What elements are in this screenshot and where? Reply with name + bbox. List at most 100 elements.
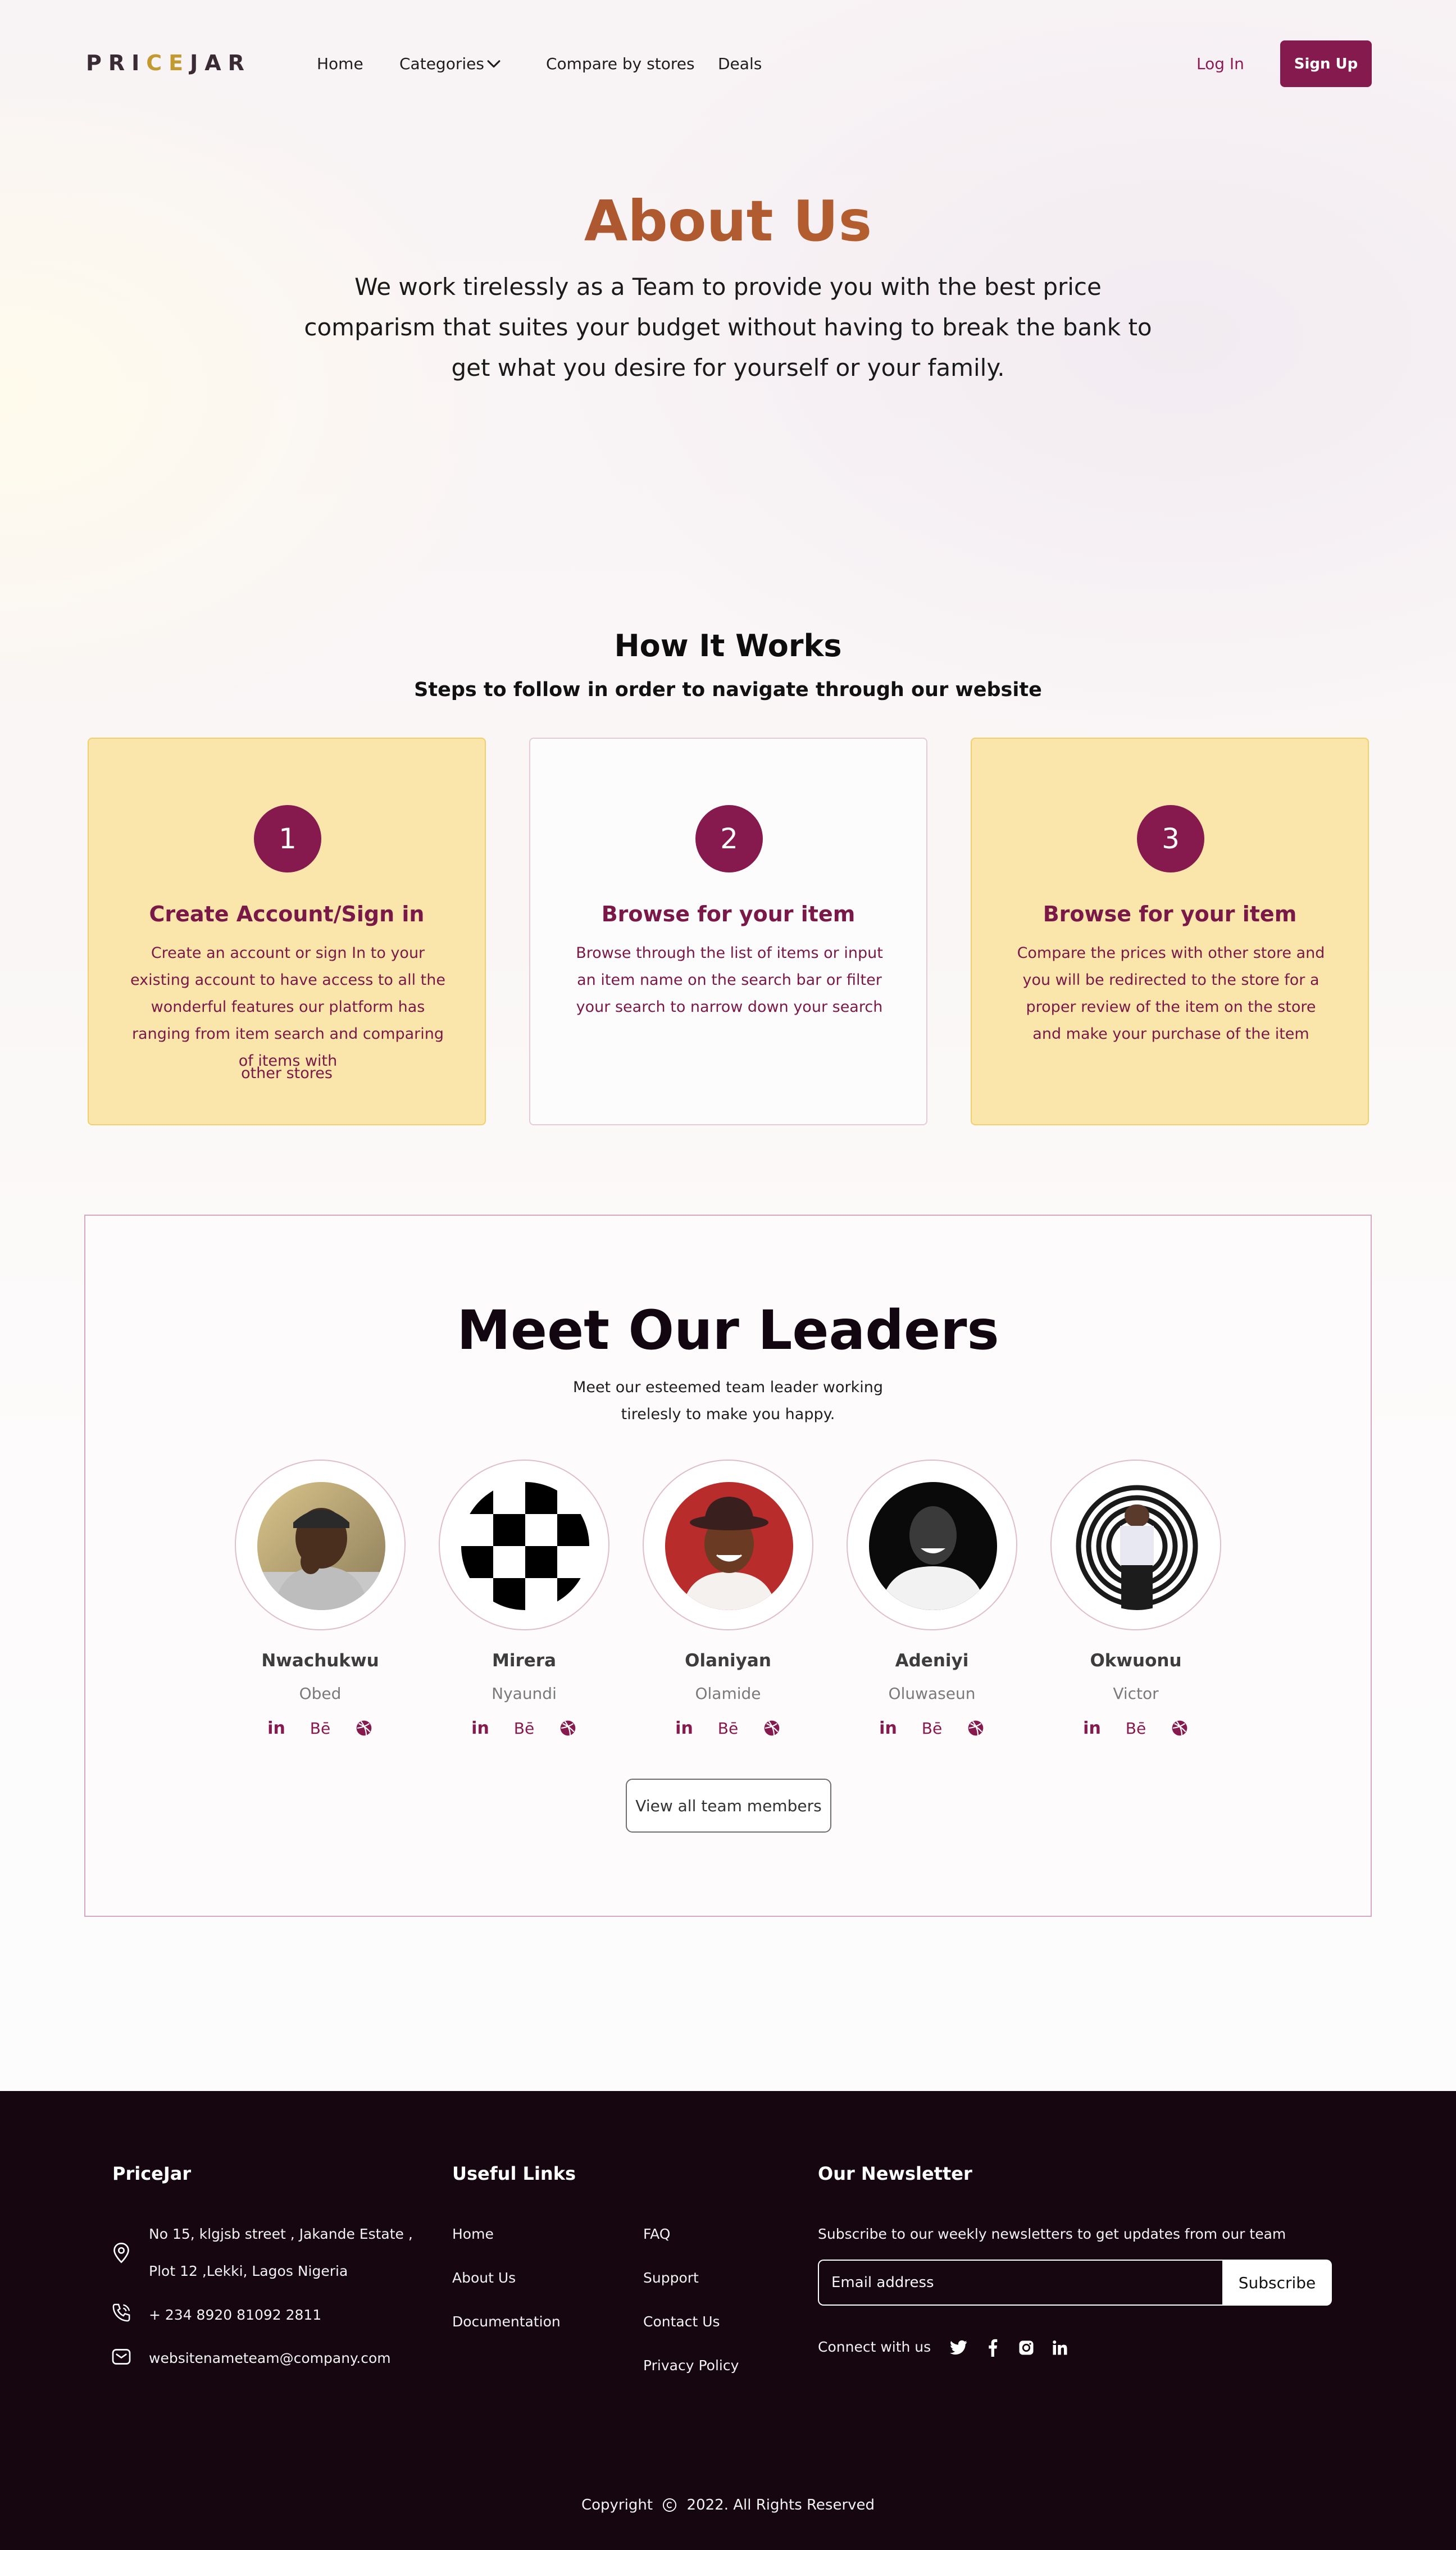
avatar[interactable] <box>461 1482 589 1610</box>
linkedin-icon[interactable]: in <box>1082 1718 1102 1738</box>
how-it-works-subtitle: Steps to follow in order to navigate thr… <box>414 679 1042 701</box>
person-photo-icon <box>1073 1482 1201 1610</box>
linkedin-icon[interactable] <box>1050 2338 1070 2357</box>
leaders-subtitle-line-2: tirelesly to make you happy. <box>621 1406 835 1423</box>
footer-phone[interactable]: + 234 8920 81092 2811 <box>149 2307 321 2323</box>
linkedin-icon[interactable]: in <box>470 1718 490 1738</box>
leader-first-name: Nwachukwu <box>261 1651 379 1671</box>
step-card-2: 2 Browse for your item Browse through th… <box>529 738 927 1125</box>
step-description: Compare the prices with other store and … <box>1017 944 1325 1043</box>
dribbble-icon[interactable] <box>558 1718 578 1738</box>
logo-part-3: JAR <box>190 51 251 75</box>
instagram-icon[interactable] <box>1017 2338 1036 2357</box>
leader-last-name: Obed <box>299 1684 342 1703</box>
navbar: PRICEJAR Home Categories Compare by stor… <box>0 0 1456 129</box>
avatar[interactable] <box>665 1482 793 1610</box>
leader-first-name: Olaniyan <box>685 1651 771 1671</box>
leaders-title: Meet Our Leaders <box>457 1299 999 1362</box>
leader-card: Okwuonu Victor in Bē <box>1050 1460 1221 1752</box>
login-link[interactable]: Log In <box>1196 54 1244 73</box>
leader-socials: in Bē <box>643 1718 813 1738</box>
step-title: Browse for your item <box>1043 902 1297 926</box>
nav-home-link[interactable]: Home <box>317 54 363 73</box>
facebook-icon[interactable] <box>983 2338 1002 2357</box>
useful-links-title: Useful Links <box>452 2163 576 2184</box>
leaders-subtitle: Meet our esteemed team leader working ti… <box>85 1374 1371 1428</box>
step-number-badge: 2 <box>695 805 763 872</box>
step-number-badge: 1 <box>254 805 321 872</box>
newsletter-email-input[interactable] <box>818 2260 1227 2306</box>
mail-icon <box>112 2349 131 2365</box>
leaders-subtitle-line-1: Meet our esteemed team leader working <box>573 1379 883 1396</box>
footer-brand: PriceJar <box>112 2163 192 2184</box>
step-title: Create Account/Sign in <box>149 902 425 926</box>
step-description: Browse through the list of items or inpu… <box>576 944 883 1016</box>
newsletter-text: Subscribe to our weekly newsletters to g… <box>818 2226 1286 2242</box>
step-card-3: 3 Browse for your item Compare the price… <box>971 738 1369 1125</box>
leader-last-name: Olamide <box>695 1684 761 1703</box>
view-all-team-button[interactable]: View all team members <box>626 1779 831 1833</box>
nav-categories-link[interactable]: Categories <box>399 54 484 73</box>
footer-link-faq[interactable]: FAQ <box>643 2226 670 2242</box>
copyright-suffix: 2022. All Rights Reserved <box>686 2497 875 2513</box>
signup-button[interactable]: Sign Up <box>1280 40 1372 87</box>
behance-icon[interactable]: Bē <box>718 1718 738 1738</box>
avatar[interactable] <box>869 1482 997 1610</box>
footer-address-line-2: Plot 12 ,Lekki, Lagos Nigeria <box>149 2263 348 2279</box>
leaders-section: Meet Our Leaders Meet our esteemed team … <box>84 1215 1372 1917</box>
leader-socials: in Bē <box>847 1718 1017 1738</box>
subscribe-button[interactable]: Subscribe <box>1222 2260 1332 2306</box>
person-photo-icon <box>665 1482 793 1610</box>
twitter-icon[interactable] <box>949 2338 968 2357</box>
leader-last-name: Oluwaseun <box>888 1684 976 1703</box>
leader-first-name: Okwuonu <box>1090 1651 1182 1671</box>
nav-compare-link[interactable]: Compare by stores <box>546 54 695 73</box>
dribbble-icon[interactable] <box>354 1718 374 1738</box>
chevron-down-icon[interactable] <box>484 54 503 73</box>
footer-link-support[interactable]: Support <box>643 2270 699 2286</box>
brand-logo[interactable]: PRICEJAR <box>86 51 251 75</box>
about-text: We work tirelessly as a Team to provide … <box>304 273 1152 381</box>
checker-avatar-icon <box>461 1482 589 1610</box>
connect-icons <box>949 2338 1070 2357</box>
footer: PriceJar No 15, klgjsb street , Jakande … <box>0 2091 1456 2550</box>
linkedin-icon[interactable]: in <box>674 1718 694 1738</box>
avatar-ring <box>643 1460 813 1630</box>
avatar[interactable] <box>257 1482 385 1610</box>
leader-last-name: Victor <box>1113 1684 1159 1703</box>
logo-part-1: PRI <box>86 51 147 75</box>
copyright-prefix: Copyright <box>581 2497 653 2513</box>
dribbble-icon[interactable] <box>966 1718 986 1738</box>
leader-card: Adeniyi Oluwaseun in Bē <box>847 1460 1017 1752</box>
footer-email[interactable]: websitenameteam@company.com <box>149 2350 391 2366</box>
step-title: Browse for your item <box>601 902 856 926</box>
location-pin-icon <box>113 2242 129 2263</box>
behance-icon[interactable]: Bē <box>1126 1718 1146 1738</box>
dribbble-icon[interactable] <box>762 1718 782 1738</box>
about-title: About Us <box>0 188 1456 254</box>
behance-icon[interactable]: Bē <box>310 1718 330 1738</box>
step-description: Create an account or sign In to your exi… <box>130 944 445 1070</box>
leader-card: Nwachukwu Obed in Bē <box>235 1460 406 1752</box>
nav-deals-link[interactable]: Deals <box>718 54 762 73</box>
linkedin-icon[interactable]: in <box>266 1718 286 1738</box>
footer-link-contact[interactable]: Contact Us <box>643 2313 720 2330</box>
footer-link-about[interactable]: About Us <box>452 2270 516 2286</box>
leader-last-name: Nyaundi <box>492 1684 557 1703</box>
behance-icon[interactable]: Bē <box>514 1718 534 1738</box>
avatar-ring <box>235 1460 406 1630</box>
leader-socials: in Bē <box>439 1718 609 1738</box>
leader-card: Mirera Nyaundi in Bē <box>439 1460 609 1752</box>
dribbble-icon[interactable] <box>1170 1718 1190 1738</box>
footer-link-privacy[interactable]: Privacy Policy <box>643 2357 739 2374</box>
footer-link-home[interactable]: Home <box>452 2226 494 2242</box>
how-it-works-title: How It Works <box>614 628 842 663</box>
leader-card: Olaniyan Olamide in Bē <box>643 1460 813 1752</box>
leader-socials: in Bē <box>1050 1718 1221 1738</box>
avatar[interactable] <box>1073 1482 1201 1610</box>
step-description-extra: other stores <box>241 1065 333 1082</box>
behance-icon[interactable]: Bē <box>922 1718 942 1738</box>
linkedin-icon[interactable]: in <box>878 1718 898 1738</box>
footer-link-documentation[interactable]: Documentation <box>452 2313 561 2330</box>
logo-part-2: CE <box>146 51 190 75</box>
